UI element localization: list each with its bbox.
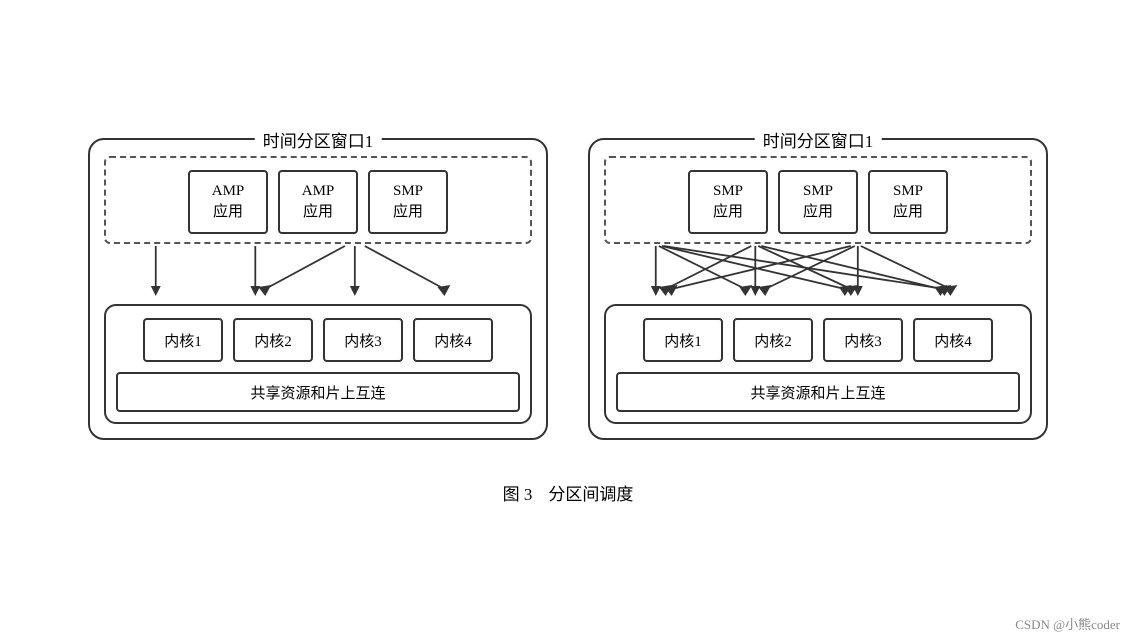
left-cores-section: 内核1 内核2 内核3 内核4 共享资源和片上互连: [104, 304, 532, 424]
diagram-container: 时间分区窗口1 AMP 应用 AMP 应用 SMP 应用: [88, 138, 1048, 440]
left-partition-title: 时间分区窗口1: [255, 127, 382, 152]
right-app-1: SMP 应用: [688, 170, 768, 234]
right-core-4: 内核4: [913, 318, 993, 362]
left-core-3: 内核3: [323, 318, 403, 362]
left-core-2: 内核2: [233, 318, 313, 362]
right-core-1: 内核1: [643, 318, 723, 362]
left-core-1: 内核1: [143, 318, 223, 362]
left-cores-row: 内核1 内核2 内核3 内核4: [116, 318, 520, 362]
figure-caption: 图 3 分区间调度: [503, 480, 634, 505]
figure-number: 图 3: [503, 480, 533, 505]
figure-title: 分区间调度: [548, 480, 633, 505]
left-app-2: AMP 应用: [278, 170, 358, 234]
right-core-2: 内核2: [733, 318, 813, 362]
right-arrows: [604, 244, 1032, 304]
left-partition: 时间分区窗口1 AMP 应用 AMP 应用 SMP 应用: [88, 138, 548, 440]
left-shared: 共享资源和片上互连: [116, 372, 520, 412]
right-partition-title: 时间分区窗口1: [755, 127, 882, 152]
left-app-1: AMP 应用: [188, 170, 268, 234]
right-apps-area: SMP 应用 SMP 应用 SMP 应用: [604, 156, 1032, 244]
watermark: CSDN @小熊coder: [1015, 614, 1120, 633]
right-shared: 共享资源和片上互连: [616, 372, 1020, 412]
left-core-4: 内核4: [413, 318, 493, 362]
right-partition: 时间分区窗口1 SMP 应用 SMP 应用 SMP 应用: [588, 138, 1048, 440]
right-cores-row: 内核1 内核2 内核3 内核4: [616, 318, 1020, 362]
right-app-2: SMP 应用: [778, 170, 858, 234]
left-arrows: [104, 244, 532, 304]
right-cores-section: 内核1 内核2 内核3 内核4 共享资源和片上互连: [604, 304, 1032, 424]
right-core-3: 内核3: [823, 318, 903, 362]
left-apps-area: AMP 应用 AMP 应用 SMP 应用: [104, 156, 532, 244]
left-app-3: SMP 应用: [368, 170, 448, 234]
right-app-3: SMP 应用: [868, 170, 948, 234]
